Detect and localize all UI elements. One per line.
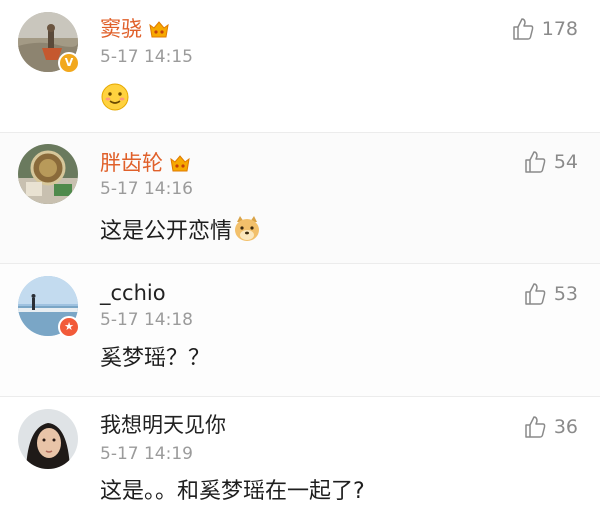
comment-content: 奚梦瑶？？ — [100, 346, 211, 371]
comment-timestamp: 5-17 14:19 — [100, 444, 193, 464]
comment-username[interactable]: 窦骁 — [100, 16, 170, 42]
thumbs-up-icon — [512, 18, 534, 40]
like-button[interactable]: 53 — [522, 281, 578, 307]
vip-crown-icon — [149, 21, 169, 38]
comment-timestamp: 5-17 14:15 — [100, 47, 193, 67]
smile-emoji-icon — [101, 83, 129, 111]
vip-crown-icon — [170, 155, 190, 172]
like-count: 178 — [541, 18, 578, 40]
comment-username[interactable]: _cchio — [100, 280, 166, 306]
like-button[interactable]: 54 — [522, 149, 578, 175]
comment-timestamp: 5-17 14:18 — [100, 310, 193, 330]
avatar-image — [18, 144, 78, 204]
verified-v-icon: V — [58, 52, 80, 74]
comment-username[interactable]: 胖齿轮 — [100, 150, 191, 176]
comment-content: 这是公开恋情 — [100, 214, 262, 247]
avatar-image — [18, 409, 78, 469]
avatar[interactable] — [18, 144, 78, 204]
comment-item: 我想明天见你 5-17 14:19 这是。。和奚梦瑶在一起了? 36 — [0, 397, 600, 504]
thumbs-up-icon — [525, 416, 546, 438]
doge-emoji-icon — [235, 216, 260, 241]
comment-content: 这是。。和奚梦瑶在一起了? — [100, 479, 365, 504]
avatar[interactable] — [18, 409, 78, 469]
like-count: 54 — [553, 151, 578, 173]
thumbs-up-icon — [525, 151, 546, 173]
like-button[interactable]: 178 — [510, 16, 578, 42]
comment-timestamp: 5-17 14:16 — [100, 179, 193, 199]
avatar[interactable]: ★ — [18, 276, 80, 338]
like-count: 36 — [553, 416, 578, 438]
comment-item: V 窦骁 5-17 14:15 178 — [0, 0, 600, 132]
verified-star-icon: ★ — [58, 316, 80, 338]
avatar[interactable]: V — [18, 12, 80, 74]
comment-item: ★ _cchio 5-17 14:18 奚梦瑶？？ 53 — [0, 264, 600, 396]
comment-content — [100, 82, 130, 115]
like-count: 53 — [553, 283, 578, 305]
comment-item: 胖齿轮 5-17 14:16 这是公开恋情 54 — [0, 133, 600, 263]
thumbs-up-icon — [525, 283, 546, 305]
like-button[interactable]: 36 — [522, 414, 578, 440]
comment-username[interactable]: 我想明天见你 — [100, 412, 226, 438]
